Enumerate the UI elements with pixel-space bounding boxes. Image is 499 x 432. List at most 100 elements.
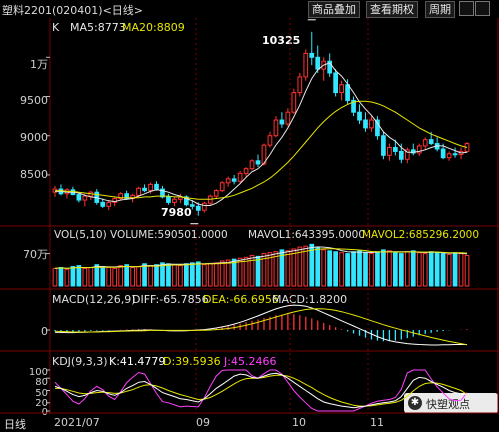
candle-body: [273, 119, 279, 137]
volume-bar: [112, 267, 118, 287]
volume-bar: [458, 253, 464, 287]
volume-bar: [76, 265, 82, 287]
candle-body: [375, 119, 380, 137]
volume-bar: [124, 264, 129, 287]
volume-bar: [219, 260, 225, 287]
volume-bar: [387, 250, 392, 287]
volume-bar: [410, 250, 416, 287]
candle-body: [387, 146, 392, 156]
candle-body: [76, 194, 82, 201]
volume-bar: [434, 252, 440, 287]
candle-body: [291, 92, 297, 113]
volume-bar: [106, 266, 112, 287]
candle-body: [172, 198, 177, 203]
candle-body: [136, 187, 141, 196]
volume-bar: [118, 265, 124, 287]
candle-body: [166, 196, 171, 203]
volume-bar: [195, 261, 201, 287]
candle-body: [381, 135, 386, 156]
volume-bar: [184, 263, 189, 287]
volume-bar: [142, 263, 147, 287]
candle-body: [82, 195, 88, 201]
candle-body: [201, 202, 207, 211]
volume-bar: [321, 249, 327, 287]
volume-bar: [136, 266, 141, 287]
volume-bar: [315, 247, 321, 287]
candle-body: [393, 146, 398, 152]
volume-bar: [363, 252, 368, 287]
candle-body: [297, 76, 303, 94]
chart-canvas: [0, 18, 499, 414]
volume-bar: [172, 264, 177, 287]
volume-bar: [398, 253, 404, 287]
candle-body: [452, 153, 458, 156]
volume-bar: [70, 266, 76, 287]
volume-bar: [225, 259, 231, 287]
volume-bar: [148, 265, 153, 287]
volume-bar: [446, 254, 452, 287]
candle-body: [231, 178, 237, 182]
volume-bar: [333, 251, 338, 287]
volume-bar: [94, 264, 100, 287]
volume-bar: [178, 265, 183, 287]
candle-body: [100, 201, 106, 207]
candle-body: [267, 135, 273, 146]
volume-bar: [154, 264, 159, 287]
candle-body: [142, 187, 147, 192]
candle-body: [345, 84, 350, 101]
volume-bar: [404, 251, 410, 287]
candle-body: [339, 84, 344, 94]
candle-body: [422, 139, 428, 147]
candle-body: [219, 182, 225, 192]
volume-bar: [160, 262, 165, 287]
volume-bar: [428, 251, 434, 287]
volume-bar: [255, 255, 261, 287]
candle-body: [213, 190, 219, 197]
diff-line: [54, 304, 467, 346]
candle-body: [279, 119, 285, 125]
candle-body: [243, 168, 249, 174]
volume-bar: [327, 250, 333, 287]
candle-body: [369, 119, 374, 129]
volume-bar: [189, 262, 195, 287]
candle-body: [440, 148, 446, 159]
volume-bar: [393, 252, 398, 287]
candle-body: [446, 153, 452, 159]
candle-body: [237, 172, 243, 182]
volume-bar: [52, 267, 58, 287]
volume-bar: [207, 263, 213, 287]
volume-bar: [130, 266, 135, 287]
candle-body: [148, 183, 153, 192]
candle-body: [195, 205, 201, 211]
candle-body: [189, 204, 195, 207]
volume-bar: [416, 252, 422, 287]
volume-bar: [440, 253, 446, 287]
volume-bar: [303, 245, 309, 287]
candle-body: [363, 119, 368, 129]
volume-bar: [351, 251, 356, 287]
candle-body: [225, 178, 231, 184]
volume-bar: [100, 266, 106, 287]
volume-bar: [369, 253, 374, 287]
volume-bar: [345, 253, 350, 287]
volume-bar: [213, 262, 219, 287]
volume-bar: [58, 266, 64, 287]
candle-body: [303, 52, 309, 78]
candle-body: [285, 111, 291, 125]
volume-bar: [357, 250, 362, 287]
candle-body: [106, 201, 112, 207]
volume-bar: [88, 266, 94, 287]
volume-bar: [422, 253, 428, 287]
candle-body: [333, 72, 338, 94]
candle-body: [249, 160, 255, 170]
candle-body: [154, 183, 159, 190]
volume-bar: [82, 267, 88, 287]
volume-bar: [452, 252, 458, 287]
candle-body: [315, 56, 321, 70]
volume-bar: [64, 268, 70, 287]
candle-body: [357, 111, 362, 121]
volume-bar: [285, 250, 291, 287]
candle-body: [428, 139, 434, 145]
volume-bar: [201, 264, 207, 287]
volume-bar: [339, 252, 344, 287]
